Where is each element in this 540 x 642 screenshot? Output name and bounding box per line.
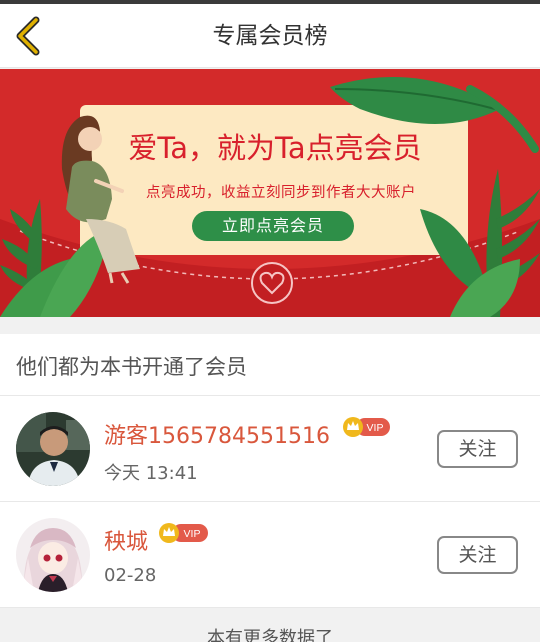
avatar[interactable]	[16, 412, 90, 486]
list-item[interactable]: 秧城 VIP 02-28 关注	[0, 502, 540, 608]
promo-banner[interactable]: 爱Ta，就为Ta点亮会员 点亮成功，收益立刻同步到作者大大账户 立即点亮会员	[0, 69, 540, 317]
vip-badge-label: VIP	[367, 422, 384, 434]
open-time: 今天 13:41	[104, 463, 198, 484]
section-title: 他们都为本书开通了会员	[16, 355, 247, 379]
follow-button[interactable]: 关注	[437, 536, 518, 574]
avatar[interactable]	[16, 518, 90, 592]
no-more-data-text: 本有更多数据了	[207, 628, 333, 642]
chevron-left-icon	[16, 16, 40, 56]
member-name[interactable]: 秧城	[104, 524, 148, 556]
vip-badge-label: VIP	[184, 528, 201, 540]
vip-badge-icon: VIP	[159, 523, 208, 543]
banner-headline: 爱Ta，就为Ta点亮会员	[128, 131, 422, 165]
banner-subtitle: 点亮成功，收益立刻同步到作者大大账户	[146, 185, 416, 201]
list-footer: 本有更多数据了	[0, 610, 540, 642]
avatar-anime-girl-image	[16, 518, 90, 592]
avatar-man-image	[16, 412, 90, 486]
banner-content: 爱Ta，就为Ta点亮会员 点亮成功，收益立刻同步到作者大大账户 立即点亮会员	[0, 69, 540, 317]
light-up-membership-button[interactable]: 立即点亮会员	[192, 211, 354, 241]
member-name[interactable]: 游客1565784551516	[104, 418, 330, 450]
page-title: 专属会员榜	[212, 23, 328, 49]
list-item[interactable]: 游客1565784551516 VIP 今天 13:41 关注	[0, 396, 540, 502]
member-list: 游客1565784551516 VIP 今天 13:41 关注 秧城 VIP 0…	[0, 396, 540, 608]
section-header: 他们都为本书开通了会员	[0, 334, 540, 396]
follow-button[interactable]: 关注	[437, 430, 518, 468]
back-button[interactable]	[10, 14, 54, 58]
vip-badge-icon: VIP	[343, 417, 390, 437]
open-time: 02-28	[104, 565, 157, 586]
top-bar: 专属会员榜	[0, 4, 540, 68]
